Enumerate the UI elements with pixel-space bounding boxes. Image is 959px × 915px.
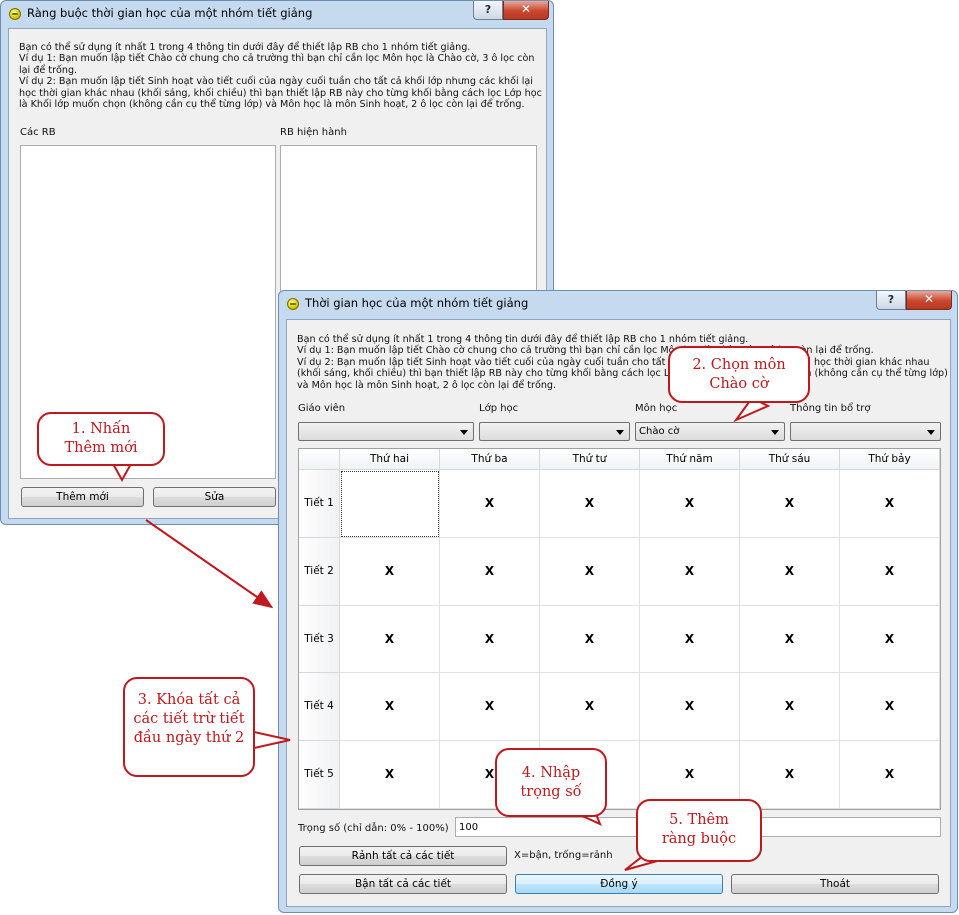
callout-step1: 1. Nhấn Thêm mới <box>37 412 165 466</box>
callout-step3: 3. Khóa tất cả các tiết trừ tiết đầu ngà… <box>123 677 255 777</box>
flow-arrow <box>145 519 274 609</box>
callout-step2: 2. Chọn môn Chào cờ <box>668 346 810 403</box>
callout-step5: 5. Thêm ràng buộc <box>636 799 762 862</box>
callout3-tail <box>253 731 291 749</box>
callout-step4: 4. Nhập trọng số <box>495 748 607 817</box>
